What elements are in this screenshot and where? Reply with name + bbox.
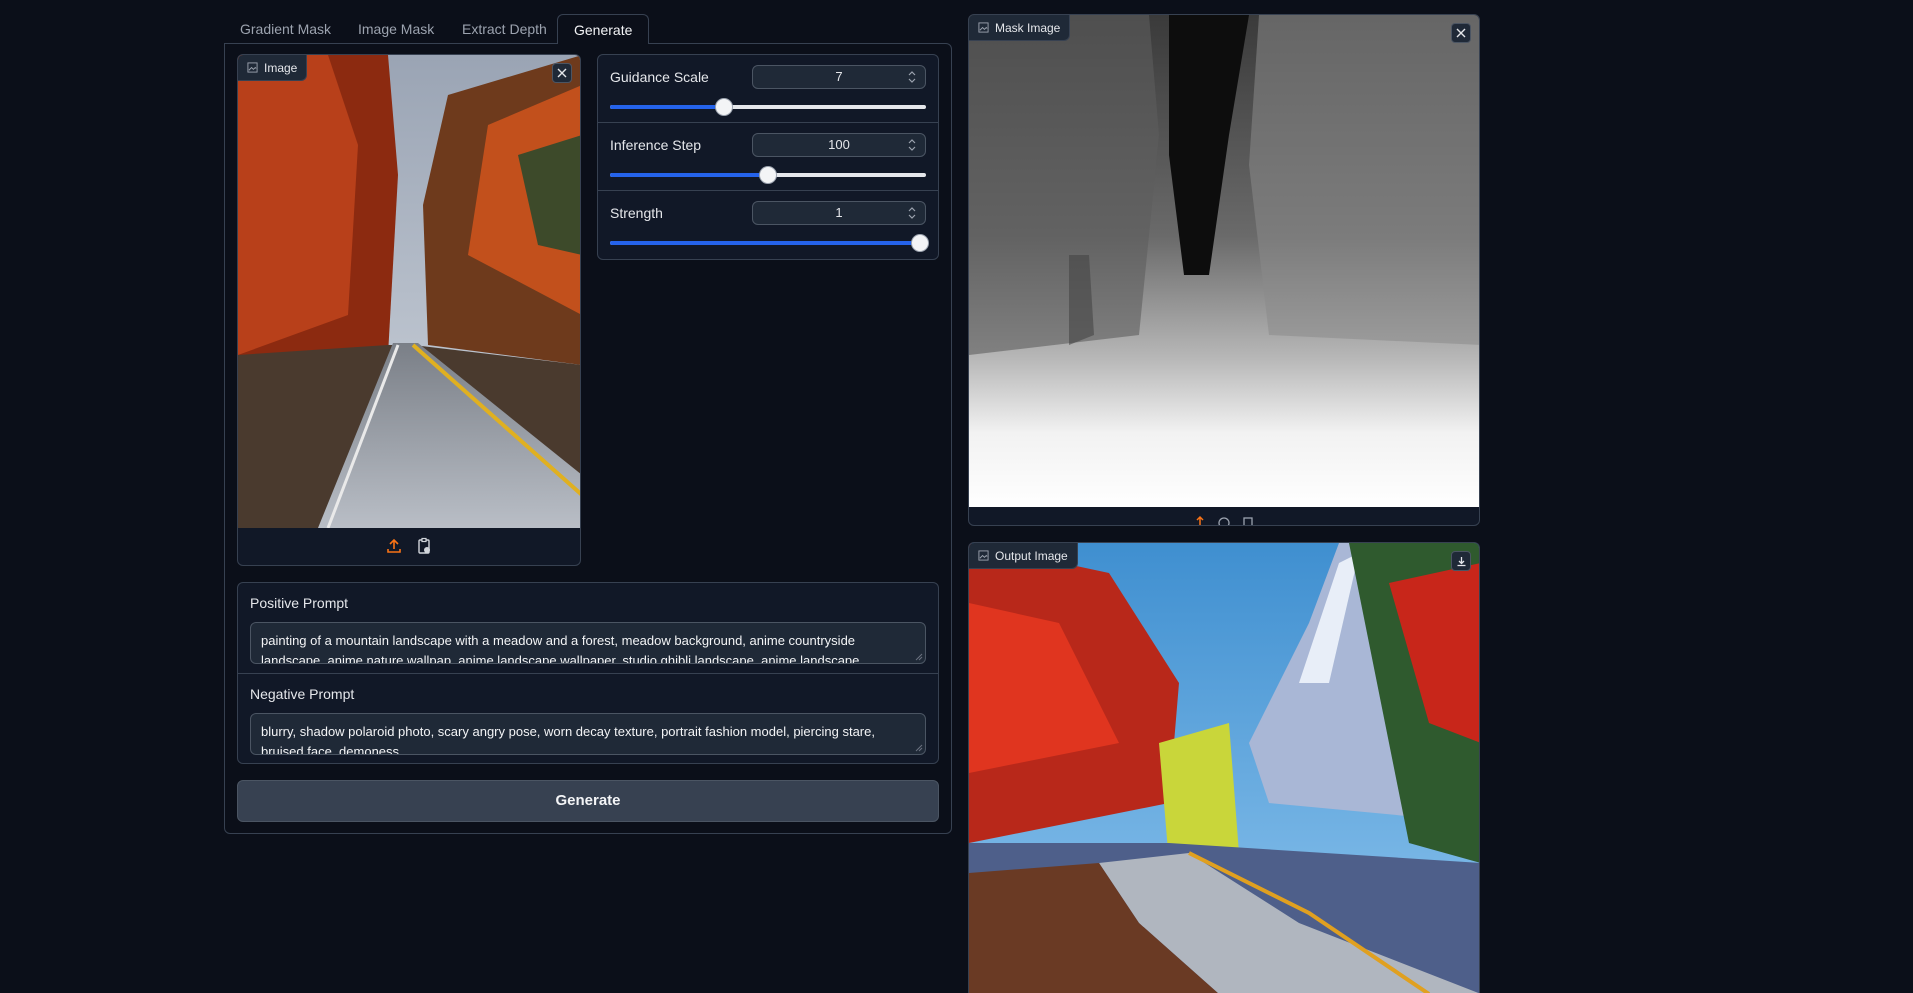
output-image-block: Output Image xyxy=(968,542,1480,993)
mask-depth-image[interactable] xyxy=(969,15,1480,507)
clipboard-icon[interactable] xyxy=(415,537,433,555)
mask-image-label-text: Mask Image xyxy=(995,20,1061,35)
tab-gradient-mask[interactable]: Gradient Mask xyxy=(224,14,347,44)
guidance-scale-label: Guidance Scale xyxy=(610,69,709,85)
negative-prompt-section: Negative Prompt blurry, shadow polaroid … xyxy=(238,674,938,763)
spinner-icon[interactable] xyxy=(907,204,917,222)
resize-handle-icon[interactable] xyxy=(915,653,923,661)
image-icon xyxy=(978,550,989,561)
positive-prompt-section: Positive Prompt painting of a mountain l… xyxy=(238,583,938,674)
parameters-block: Guidance Scale 7 Inference Step 100 Stre… xyxy=(597,54,939,260)
image-label-text: Image xyxy=(264,60,298,75)
clear-image-button[interactable] xyxy=(552,63,572,83)
guidance-scale-input[interactable]: 7 xyxy=(752,65,926,89)
strength-row: Strength 1 xyxy=(598,191,938,259)
generate-button[interactable]: Generate xyxy=(237,780,939,822)
input-image-block: Image xyxy=(237,54,581,566)
close-icon xyxy=(1456,28,1466,38)
output-generated-image[interactable] xyxy=(969,543,1480,993)
negative-prompt-label: Negative Prompt xyxy=(250,686,355,702)
image-toolbar xyxy=(238,527,580,565)
guidance-scale-value: 7 xyxy=(835,69,843,84)
prompts-block: Positive Prompt painting of a mountain l… xyxy=(237,582,939,764)
inference-step-thumb[interactable] xyxy=(759,166,777,184)
strength-input[interactable]: 1 xyxy=(752,201,926,225)
close-icon xyxy=(557,68,567,78)
guidance-scale-slider[interactable] xyxy=(610,98,926,116)
upload-icon[interactable] xyxy=(1193,515,1207,525)
strength-label: Strength xyxy=(610,205,663,221)
mask-toolbar xyxy=(969,505,1479,525)
inference-step-input[interactable]: 100 xyxy=(752,133,926,157)
image-icon xyxy=(247,62,258,73)
output-image-label-text: Output Image xyxy=(995,548,1068,563)
upload-icon[interactable] xyxy=(385,537,403,555)
negative-prompt-input[interactable]: blurry, shadow polaroid photo, scary ang… xyxy=(250,713,926,755)
clear-mask-button[interactable] xyxy=(1451,23,1471,43)
strength-slider[interactable] xyxy=(610,234,929,252)
guidance-scale-thumb[interactable] xyxy=(714,98,733,116)
image-icon xyxy=(978,22,989,33)
resize-handle-icon[interactable] xyxy=(915,744,923,752)
negative-prompt-text: blurry, shadow polaroid photo, scary ang… xyxy=(261,724,875,755)
positive-prompt-label: Positive Prompt xyxy=(250,595,349,611)
tab-extract-depth[interactable]: Extract Depth xyxy=(446,14,563,44)
input-photo[interactable] xyxy=(238,55,581,528)
strength-value: 1 xyxy=(835,205,843,220)
image-label: Image xyxy=(238,55,308,81)
inference-step-row: Inference Step 100 xyxy=(598,123,938,191)
positive-prompt-text: painting of a mountain landscape with a … xyxy=(261,633,860,664)
webcam-icon[interactable] xyxy=(1217,515,1231,525)
mask-image-block: Mask Image xyxy=(968,14,1480,526)
mask-image-label: Mask Image xyxy=(969,15,1071,41)
download-button[interactable] xyxy=(1451,551,1471,571)
output-image-label: Output Image xyxy=(969,543,1078,569)
tab-generate[interactable]: Generate xyxy=(557,14,650,44)
download-icon xyxy=(1457,556,1465,566)
inference-step-slider[interactable] xyxy=(610,166,926,184)
spinner-icon[interactable] xyxy=(907,136,917,154)
strength-thumb[interactable] xyxy=(910,234,929,252)
positive-prompt-input[interactable]: painting of a mountain landscape with a … xyxy=(250,622,926,664)
guidance-scale-row: Guidance Scale 7 xyxy=(598,55,938,123)
spinner-icon[interactable] xyxy=(907,68,917,86)
tab-image-mask[interactable]: Image Mask xyxy=(342,14,450,44)
inference-step-value: 100 xyxy=(828,137,850,152)
inference-step-label: Inference Step xyxy=(610,137,702,153)
tab-bar: Gradient Mask Image Mask Extract Depth G… xyxy=(224,14,952,44)
clipboard-icon[interactable] xyxy=(1241,515,1255,525)
